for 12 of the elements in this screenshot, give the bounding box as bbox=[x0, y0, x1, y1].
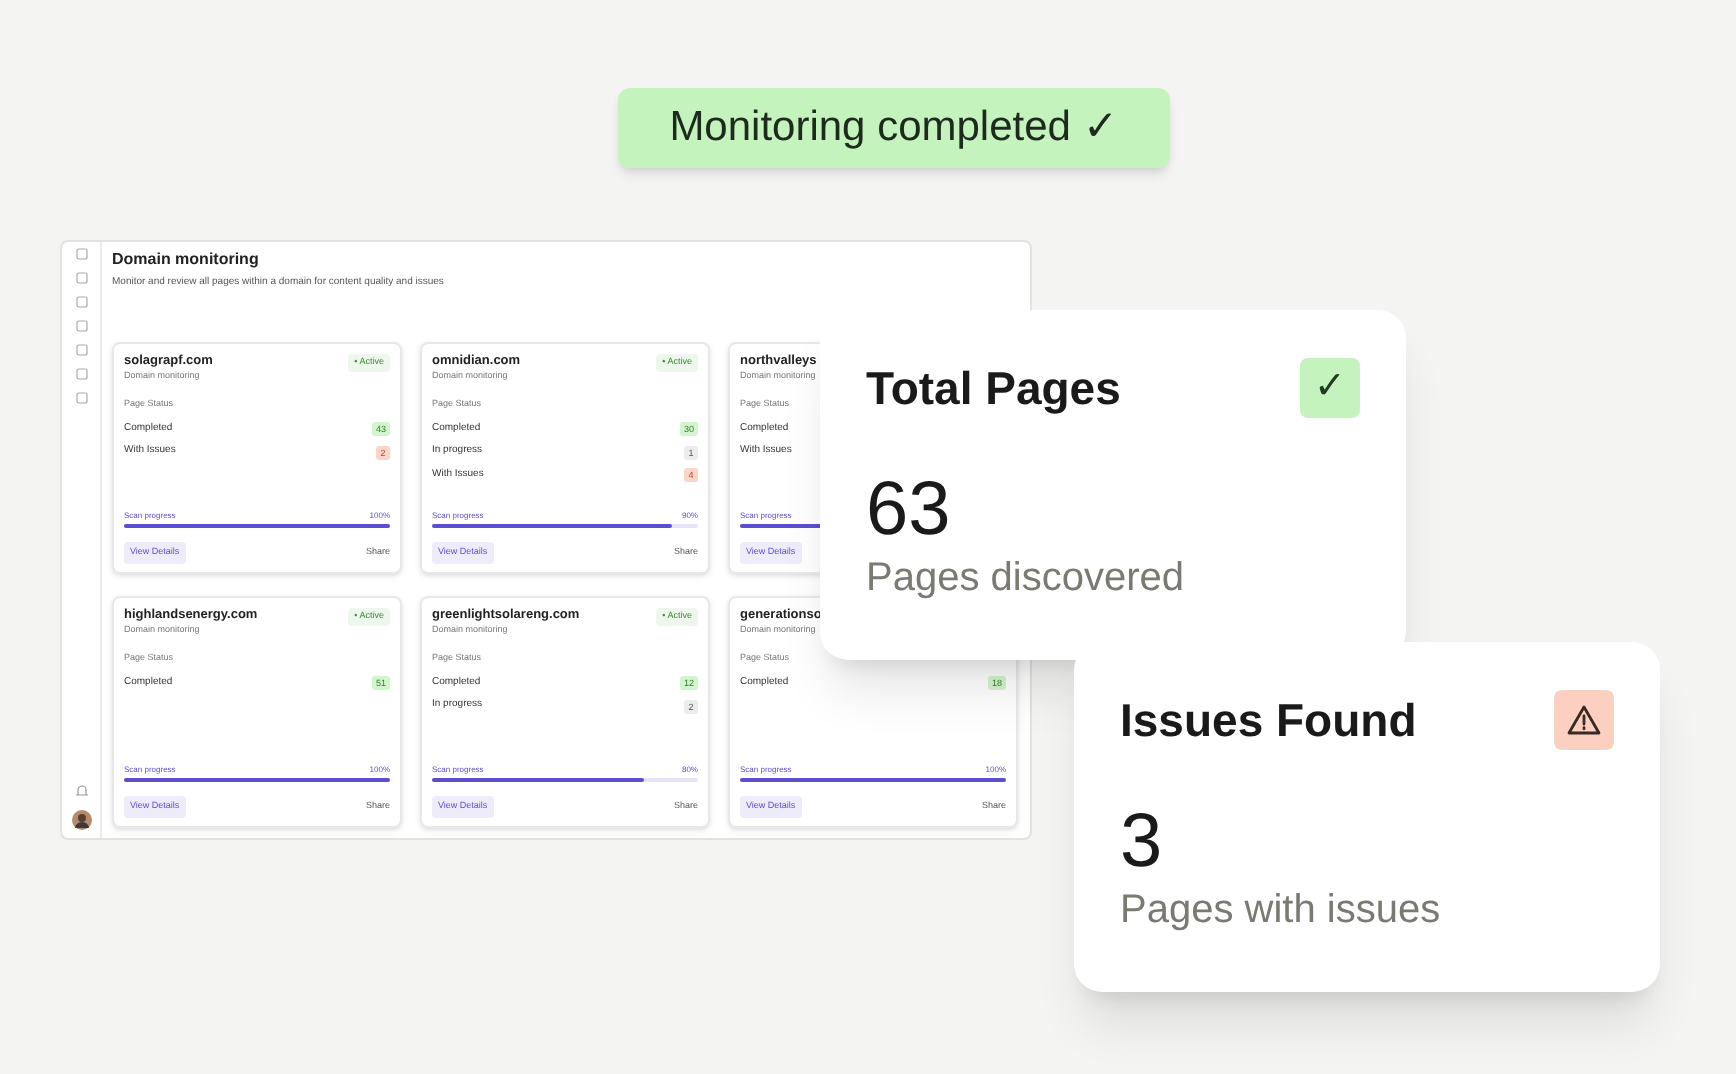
warning-icon bbox=[1554, 690, 1614, 751]
toast-message: Monitoring completed ✓ bbox=[669, 102, 1119, 155]
stat-value: 63 bbox=[866, 467, 953, 551]
check-badge: ✓ bbox=[1300, 358, 1360, 419]
bell-icon[interactable] bbox=[75, 784, 87, 798]
page-title: Domain monitoring bbox=[112, 248, 261, 272]
stat-caption: Pages discovered bbox=[866, 553, 1186, 603]
stat-value: 3 bbox=[1120, 799, 1165, 883]
stat-title: Issues Found bbox=[1120, 692, 1417, 750]
stat-caption: Pages with issues bbox=[1120, 885, 1443, 935]
stat-title: Total Pages bbox=[866, 360, 1121, 418]
avatar[interactable] bbox=[71, 810, 91, 830]
